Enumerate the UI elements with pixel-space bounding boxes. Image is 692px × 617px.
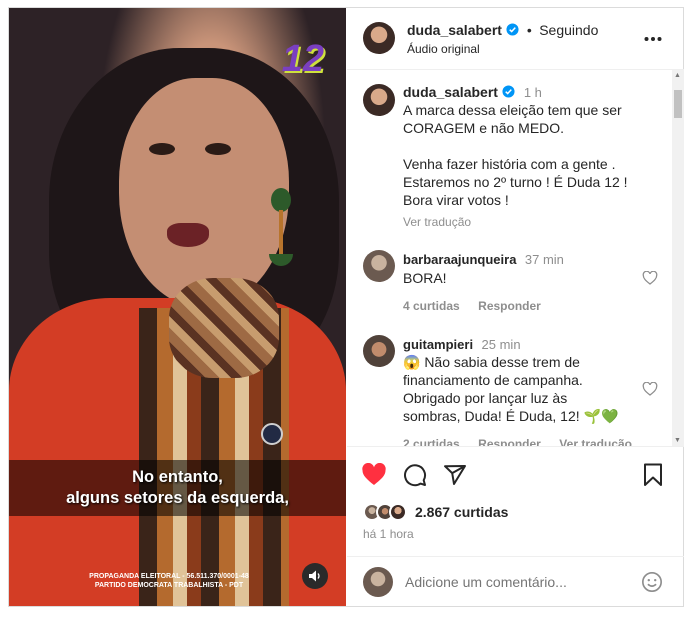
scroll-down-arrow-icon[interactable]: ▼ (674, 437, 681, 444)
subtitle-line-2: alguns setores da esquerda, (66, 489, 289, 507)
caption-username[interactable]: duda_salabert (403, 84, 498, 100)
author-avatar[interactable] (363, 22, 395, 54)
comment-like-heart-icon[interactable] (642, 271, 658, 285)
audio-label[interactable]: Áudio original (407, 42, 480, 56)
emoji-icon[interactable] (641, 571, 663, 593)
caption-avatar[interactable] (363, 84, 395, 116)
follow-status-button[interactable]: Seguindo (539, 22, 598, 38)
author-username[interactable]: duda_salabert (407, 22, 502, 38)
post-timestamp[interactable]: há 1 hora (363, 527, 414, 541)
comment-translate-link[interactable]: Ver tradução (559, 437, 632, 446)
lapel-pin (261, 423, 283, 445)
comment-likes[interactable]: 2 curtidas (403, 437, 460, 446)
header-separator: • (526, 22, 532, 38)
reply-button[interactable]: Responder (478, 299, 541, 313)
subtitle-line-1: No entanto, (132, 468, 223, 486)
verified-badge-icon (506, 23, 519, 36)
comment-meta: 2 curtidas Responder Ver tradução (403, 435, 632, 446)
comment-avatar[interactable] (363, 335, 395, 367)
comment-username[interactable]: guitampieri (403, 337, 473, 352)
add-comment-bar (347, 556, 684, 606)
comment-avatar[interactable] (363, 250, 395, 282)
speaker-icon (309, 570, 320, 582)
current-user-avatar (363, 567, 393, 597)
save-bookmark-icon[interactable] (643, 463, 663, 487)
comment-like-heart-icon[interactable] (642, 382, 658, 396)
comment-username[interactable]: barbaraajunqueira (403, 252, 516, 267)
comments-list[interactable]: duda_salabert 1 h A marca dessa eleição … (347, 70, 684, 446)
post-header: duda_salabert • Seguindo Áudio original (347, 8, 684, 70)
reply-button[interactable]: Responder (478, 437, 541, 446)
legal-line-1: PROPAGANDA ELEITORAL - 56.511.370/0001-4… (89, 573, 249, 580)
comment-meta: 4 curtidas Responder (403, 297, 541, 315)
comments-scrollbar[interactable]: ▲ ▼ (672, 70, 684, 446)
comment-time[interactable]: 37 min (525, 252, 564, 267)
legal-line-2: PARTIDO DEMOCRATA TRABALHISTA - PDT (94, 582, 244, 589)
verified-badge-icon (502, 85, 515, 98)
liker-avatar[interactable] (389, 503, 407, 521)
video-frame-face (119, 78, 289, 308)
comment-likes[interactable]: 4 curtidas (403, 299, 460, 313)
likes-count[interactable]: 2.867 curtidas (415, 504, 508, 520)
comment-header: barbaraajunqueira 37 min (403, 251, 564, 269)
comment-header: guitampieri 25 min (403, 336, 521, 354)
comment-bubble-icon[interactable] (403, 463, 427, 487)
caption-translate-link[interactable]: Ver tradução (403, 215, 471, 229)
comment-input[interactable] (405, 570, 625, 594)
like-heart-icon[interactable] (361, 463, 387, 486)
comment-time[interactable]: 25 min (482, 337, 521, 352)
post-side-panel: duda_salabert • Seguindo Áudio original … (347, 8, 684, 606)
post-dialog: 12 No entanto, alguns setores da esquerd… (8, 7, 684, 607)
caption-time[interactable]: 1 h (524, 85, 542, 100)
overlay-number: 12 (281, 38, 324, 80)
post-actions: 2.867 curtidas há 1 hora (347, 446, 684, 556)
mute-button[interactable] (302, 563, 328, 589)
earring-graphic (269, 188, 293, 266)
comment-text: BORA! (403, 270, 447, 286)
more-options-icon[interactable] (644, 36, 662, 42)
share-send-icon[interactable] (443, 463, 467, 487)
video-player[interactable]: 12 No entanto, alguns setores da esquerd… (9, 8, 346, 606)
scroll-up-arrow-icon[interactable]: ▲ (674, 72, 681, 79)
scrollbar-thumb[interactable] (674, 90, 682, 118)
comment-text: 😱 Não sabia desse trem de financiamento … (403, 354, 619, 424)
caption-text: A marca dessa eleição tem que ser CORAGE… (403, 102, 628, 208)
